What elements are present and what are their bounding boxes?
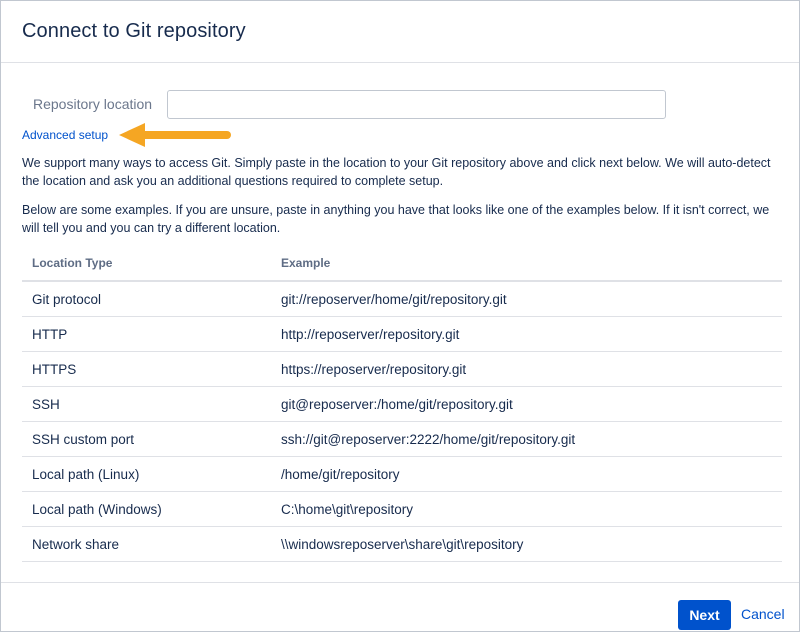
dialog-footer: Next Cancel	[1, 582, 799, 632]
column-header-location-type: Location Type	[22, 246, 271, 282]
repository-location-label: Repository location	[33, 96, 153, 112]
example-cell: C:\home\git\repository	[271, 491, 782, 527]
location-type-cell: Local path (Linux)	[22, 456, 271, 492]
description-paragraph-1: We support many ways to access Git. Simp…	[22, 156, 771, 188]
column-header-example: Example	[271, 246, 782, 282]
next-button[interactable]: Next	[678, 600, 731, 630]
example-cell: /home/git/repository	[271, 456, 782, 492]
table-row: HTTP http://reposerver/repository.git	[22, 316, 782, 352]
connect-git-dialog: Connect to Git repository Repository loc…	[0, 0, 800, 632]
location-type-cell: HTTP	[22, 316, 271, 352]
location-type-cell: SSH	[22, 386, 271, 422]
location-examples-table: Location Type Example Git protocol git:/…	[22, 246, 782, 562]
table-row: SSH custom port ssh://git@reposerver:222…	[22, 421, 782, 457]
table-header-row: Location Type Example	[22, 246, 782, 282]
location-type-cell: Git protocol	[22, 281, 271, 317]
dialog-header: Connect to Git repository	[1, 1, 799, 63]
location-type-cell: Local path (Windows)	[22, 491, 271, 527]
table-row: Local path (Linux) /home/git/repository	[22, 456, 782, 492]
example-cell: https://reposerver/repository.git	[271, 351, 782, 387]
repository-location-input[interactable]	[167, 90, 666, 119]
cancel-link[interactable]: Cancel	[741, 606, 785, 622]
dialog-title: Connect to Git repository	[22, 20, 246, 42]
left-arrow-icon	[119, 123, 231, 147]
location-type-cell: SSH custom port	[22, 421, 271, 457]
description-paragraph-2: Below are some examples. If you are unsu…	[22, 203, 770, 235]
example-cell: \\windowsreposerver\share\git\repository	[271, 526, 782, 562]
example-cell: git@reposerver:/home/git/repository.git	[271, 386, 782, 422]
table-row: HTTPS https://reposerver/repository.git	[22, 351, 782, 387]
example-cell: http://reposerver/repository.git	[271, 316, 782, 352]
table-row: Local path (Windows) C:\home\git\reposit…	[22, 491, 782, 527]
example-cell: git://reposerver/home/git/repository.git	[271, 281, 782, 317]
location-type-cell: Network share	[22, 526, 271, 562]
table-row: SSH git@reposerver:/home/git/repository.…	[22, 386, 782, 422]
table-row: Network share \\windowsreposerver\share\…	[22, 526, 782, 562]
advanced-setup-link[interactable]: Advanced setup	[22, 128, 108, 142]
example-cell: ssh://git@reposerver:2222/home/git/repos…	[271, 421, 782, 457]
location-type-cell: HTTPS	[22, 351, 271, 387]
table-row: Git protocol git://reposerver/home/git/r…	[22, 281, 782, 317]
